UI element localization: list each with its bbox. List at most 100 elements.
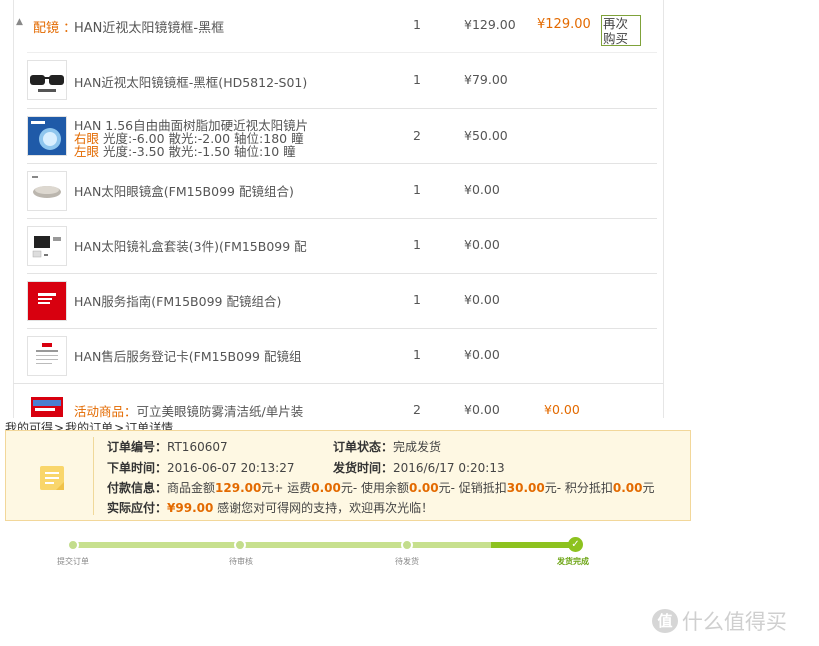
item-price: ¥79.00 (464, 72, 508, 87)
order-subtotal: ¥129.00 (537, 17, 591, 32)
item-qty: 1 (413, 237, 421, 252)
points-discount: 0.00 (612, 481, 643, 495)
row-divider (27, 108, 657, 109)
order-time-label: 下单时间： (107, 461, 168, 475)
product-thumbnail-guide[interactable] (27, 281, 67, 321)
item-price: ¥50.00 (464, 128, 508, 143)
item-name[interactable]: HAN近视太阳镜镜框-黑框(HD5812-S01) (74, 72, 307, 91)
actual-payment: ¥99.00 (167, 501, 214, 515)
product-thumbnail-promo[interactable] (30, 394, 64, 418)
item-name[interactable]: HAN太阳镜礼盒套装(3件)(FM15B099 配 (74, 236, 307, 255)
gift-box-icon (32, 236, 61, 258)
progress-fill-active (491, 542, 575, 548)
item-name[interactable]: HAN服务指南(FM15B099 配镜组合) (74, 291, 281, 310)
lens-icon (28, 117, 66, 155)
promo-qty: 2 (413, 402, 421, 417)
goods-amount: 129.00 (215, 481, 262, 495)
payment-row: 付款信息：商品金额129.00元+ 运费0.00元- 使用余额0.00元- 促销… (107, 479, 655, 496)
thanks-message: 感谢您对可得网的支持，欢迎再次光临！ (217, 501, 434, 515)
promo-tag: 活动商品： (74, 404, 137, 419)
checkmark-icon: ✓ (568, 537, 583, 552)
promo-subtotal: ¥0.00 (544, 402, 580, 417)
product-thumbnail-frame[interactable] (27, 60, 67, 100)
item-price: ¥0.00 (464, 292, 500, 307)
order-status: 完成发货 (393, 440, 442, 454)
item-price: ¥0.00 (464, 347, 500, 362)
row-divider (27, 273, 657, 274)
step-label-submitted: 提交订单 (57, 557, 89, 566)
progress-step-3 (401, 539, 413, 551)
item-price: ¥0.00 (464, 182, 500, 197)
promo-price: ¥0.00 (464, 402, 500, 417)
order-tag: 配镜 ： (33, 21, 77, 36)
table-left-border (13, 0, 14, 418)
order-time: 2016-06-07 20:13:27 (167, 461, 295, 475)
item-qty: 1 (413, 347, 421, 362)
registration-card-icon (36, 343, 58, 364)
promo-name[interactable]: 可立美眼镜防雾清洁纸/单片装 (137, 404, 304, 419)
order-number-masked (227, 439, 264, 451)
step-label-review: 待审核 (229, 557, 253, 566)
item-qty: 1 (413, 182, 421, 197)
item-qty: 1 (413, 292, 421, 307)
reorder-button[interactable]: 再次购买 (601, 15, 641, 46)
actual-payment-label: 实际应付： (107, 501, 168, 515)
collapse-icon[interactable]: ▲ (16, 17, 23, 27)
ship-time: 2016/6/17 0:20:13 (393, 461, 505, 475)
progress-step-1 (67, 539, 79, 551)
item-name[interactable]: HAN售后服务登记卡(FM15B099 配镜组 (74, 346, 301, 365)
left-eye-detail: 光度:-3.50 散光:-1.50 轴位:10 瞳 (103, 144, 296, 159)
product-thumbnail-giftbox[interactable] (27, 226, 67, 266)
watermark-text: 什么值得买 (681, 610, 787, 634)
order-price: ¥129.00 (464, 17, 516, 32)
step-label-pending-ship: 待发货 (395, 557, 419, 566)
left-eye-label: 左眼 (74, 144, 100, 159)
item-qty: 1 (413, 72, 421, 87)
balance-used: 0.00 (408, 481, 439, 495)
item-qty: 2 (413, 128, 421, 143)
ship-time-row: 发货时间：2016/6/17 0:20:13 (333, 459, 505, 476)
row-divider (13, 383, 663, 384)
product-thumbnail-lens[interactable] (27, 116, 67, 156)
order-info-panel: 订单编号：RT160607 订单状态：完成发货 下单时间：2016-06-07 … (5, 430, 691, 521)
shipping-fee: 0.00 (311, 481, 341, 495)
step-label-shipped: 发货完成 (557, 557, 589, 566)
payment-text: 元- 积分抵扣 (544, 481, 613, 495)
table-right-border (663, 0, 664, 418)
order-number-label: 订单编号： (107, 440, 168, 454)
watermark: 值 什么值得买 (652, 606, 787, 636)
glasses-icon (30, 75, 64, 92)
actual-payment-row: 实际应付：¥99.00 感谢您对可得网的支持，欢迎再次光临！ (107, 499, 433, 516)
row-divider (27, 328, 657, 329)
order-number: RT160607 (167, 440, 228, 454)
item-price: ¥0.00 (464, 237, 500, 252)
promo-discount: 30.00 (506, 481, 545, 495)
order-time-row: 下单时间：2016-06-07 20:13:27 (107, 459, 294, 476)
row-divider (27, 52, 657, 53)
order-number-row: 订单编号：RT160607 (107, 438, 264, 455)
product-thumbnail-case[interactable] (27, 171, 67, 211)
cleaning-wipe-icon (31, 397, 63, 417)
order-status-row: 订单状态：完成发货 (333, 438, 441, 455)
document-icon (38, 464, 66, 495)
order-product-name[interactable]: HAN近视太阳镜镜框-黑框 (74, 17, 224, 36)
info-divider (93, 437, 94, 515)
payment-text: 元- 促销抵扣 (438, 481, 507, 495)
order-status-label: 订单状态： (333, 440, 394, 454)
product-thumbnail-card[interactable] (27, 336, 67, 376)
order-qty: 1 (413, 17, 421, 32)
item-name[interactable]: HAN太阳眼镜盒(FM15B099 配镜组合) (74, 181, 294, 200)
row-divider (27, 163, 657, 164)
lens-left-row: 左眼 光度:-3.50 散光:-1.50 轴位:10 瞳 (74, 141, 296, 160)
service-guide-icon (28, 282, 66, 320)
progress-step-2 (234, 539, 246, 551)
payment-text: 元 (642, 481, 655, 495)
payment-text: 元+ 运费 (261, 481, 312, 495)
ship-time-label: 发货时间： (333, 461, 394, 475)
payment-text: 元- 使用余额 (340, 481, 409, 495)
payment-text: 商品金额 (167, 481, 216, 495)
glasses-case-icon (32, 176, 61, 198)
watermark-logo-icon: 值 (652, 609, 678, 633)
row-divider (27, 218, 657, 219)
payment-label: 付款信息： (107, 481, 168, 495)
